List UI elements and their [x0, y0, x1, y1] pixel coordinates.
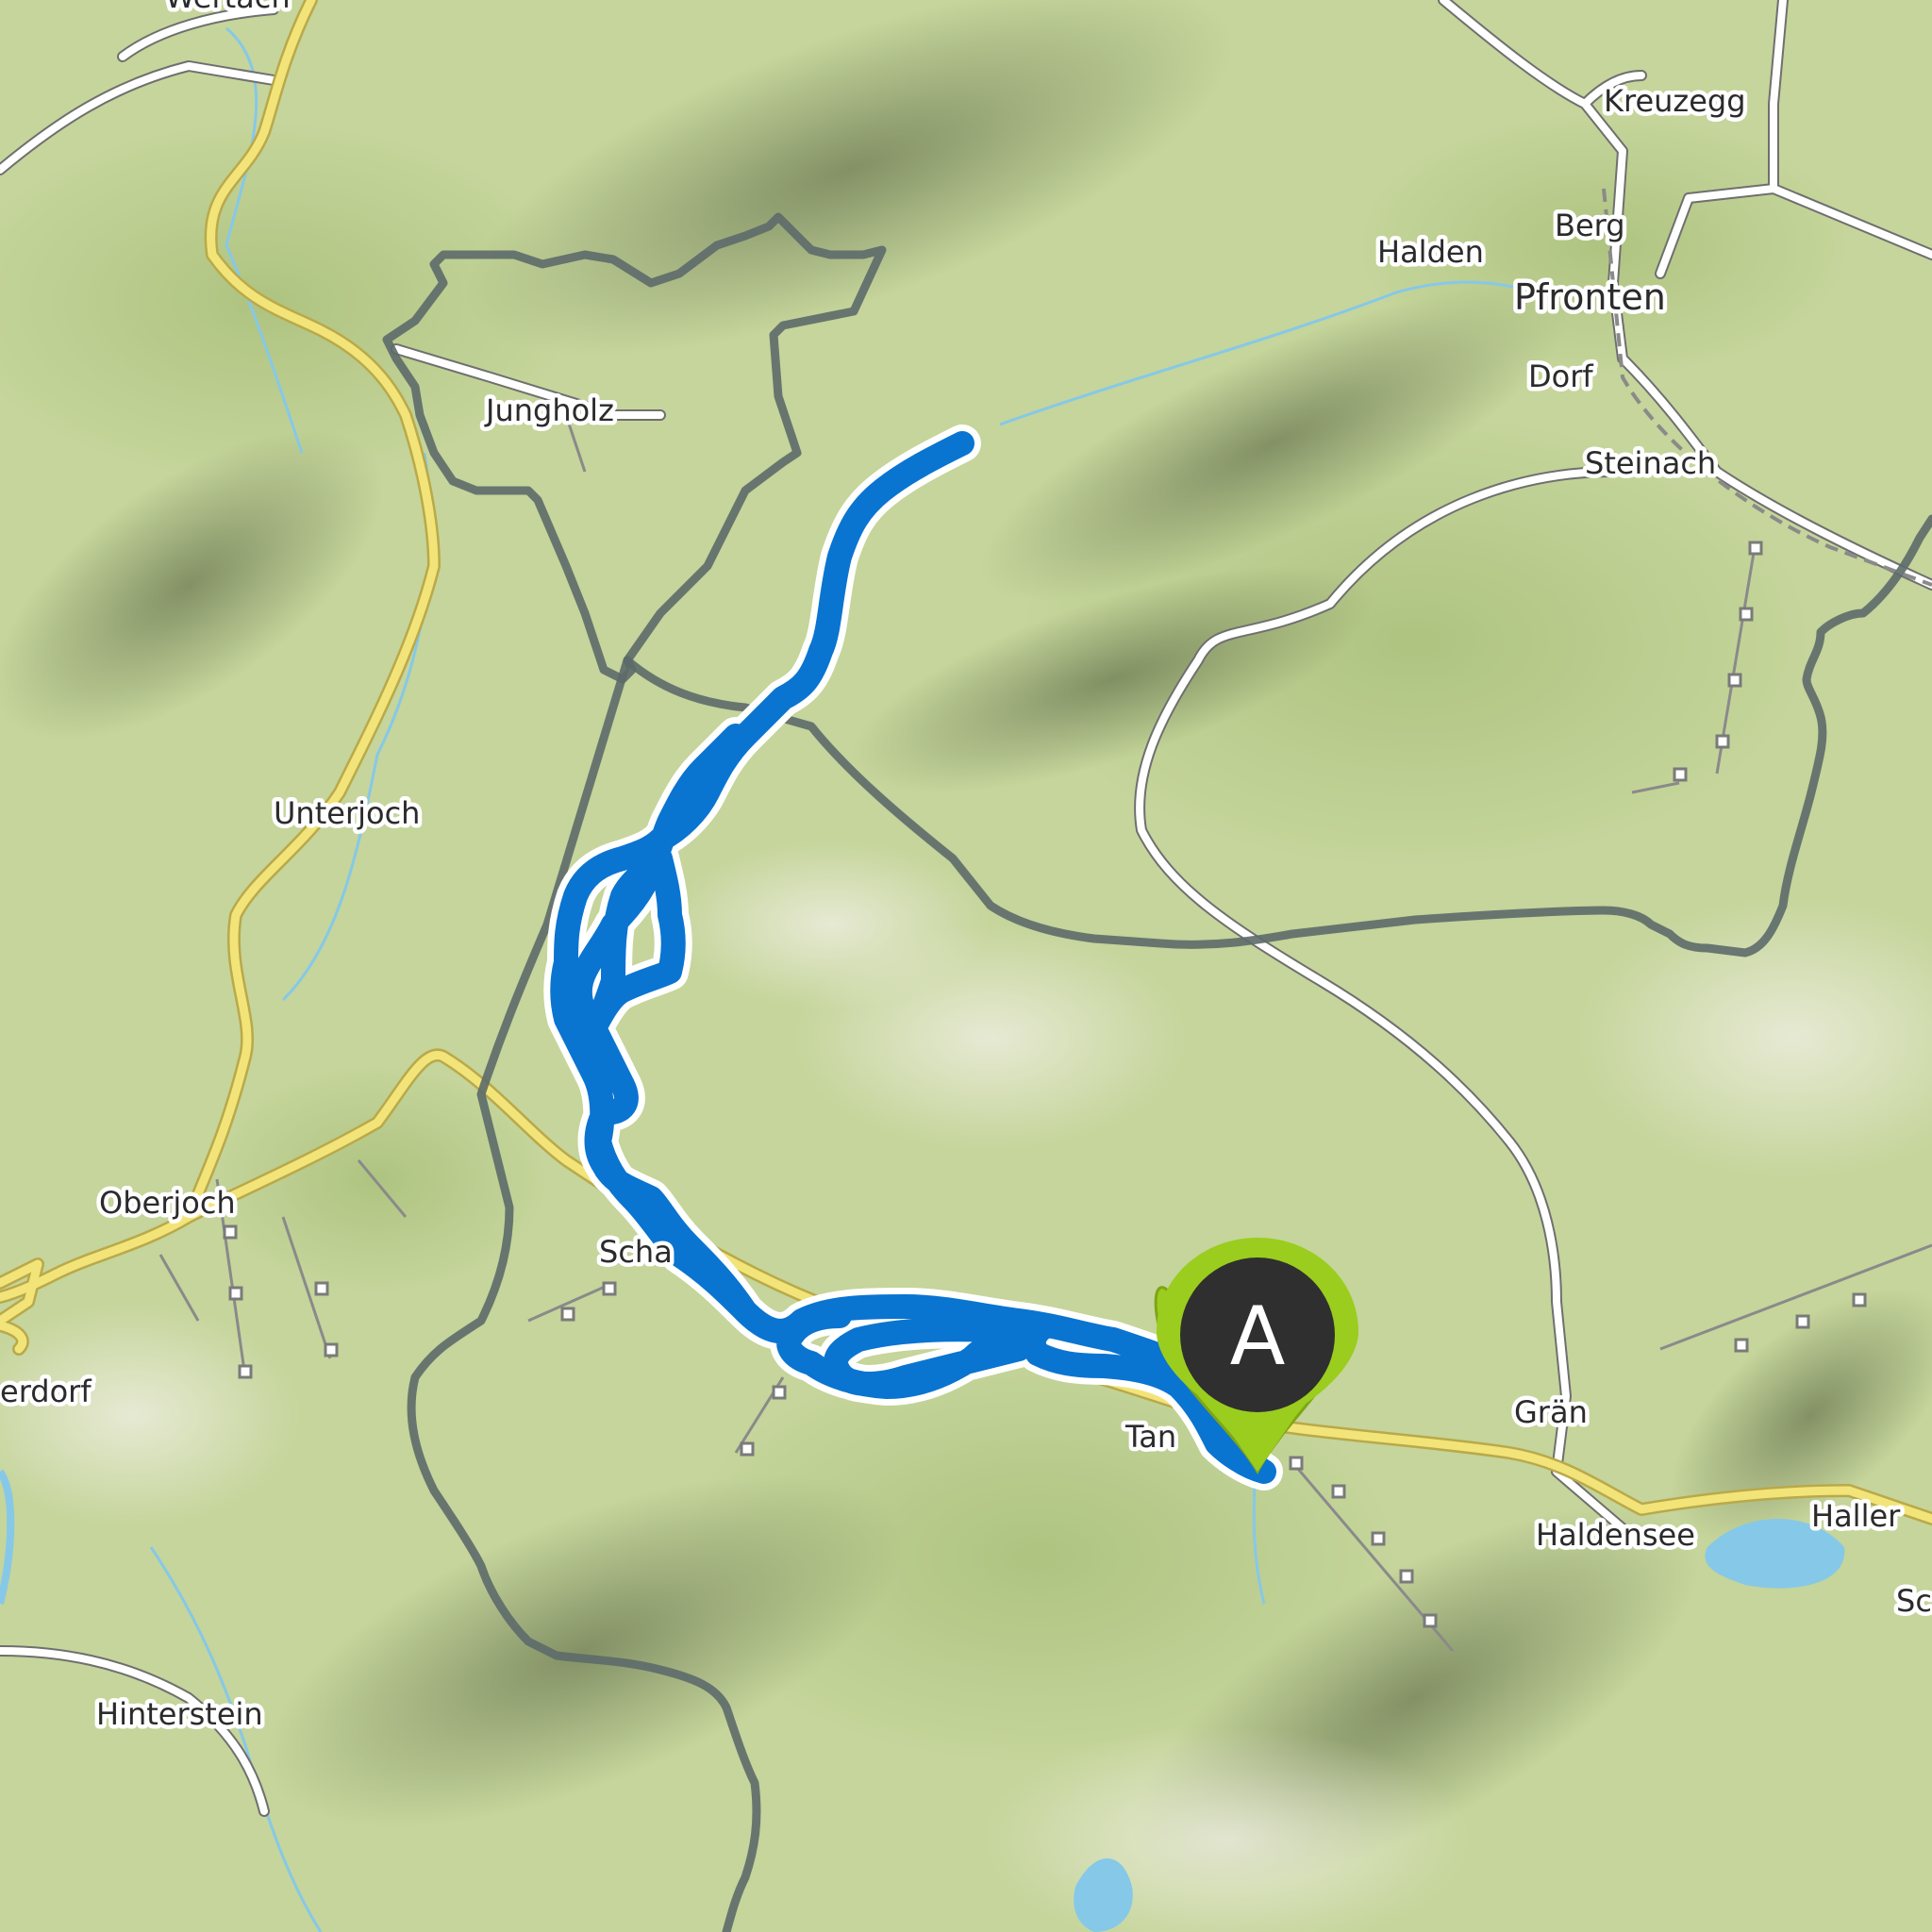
place-label-steinach: Steinach: [1585, 445, 1716, 481]
place-label-wertach: Wertach: [165, 0, 291, 15]
place-label-pfronten: Pfronten: [1514, 276, 1666, 318]
place-label-halden: Halden: [1377, 234, 1484, 270]
place-label-sc: Sc: [1896, 1583, 1932, 1619]
place-label-schattwald: Scha: [599, 1234, 673, 1270]
place-label-berg: Berg: [1555, 208, 1625, 243]
place-label-dorf: Dorf: [1528, 358, 1593, 394]
place-label-unterjoch: Unterjoch: [274, 795, 420, 831]
map-canvas[interactable]: Wertach Kreuzegg Berg Halden Pfronten Do…: [0, 0, 1932, 1932]
place-label-haldensee: Haldensee: [1536, 1517, 1695, 1553]
place-label-kreuzegg: Kreuzegg: [1604, 83, 1746, 119]
place-label-hinterstein: Hinterstein: [96, 1696, 263, 1732]
place-label-haller: Haller: [1811, 1498, 1901, 1534]
place-label-oberjoch: Oberjoch: [99, 1185, 236, 1221]
place-label-jungholz: Jungholz: [484, 392, 614, 428]
marker-label: A: [1230, 1290, 1286, 1384]
place-label-gran: Grän: [1514, 1394, 1588, 1430]
place-label-erdorf: erdorf: [0, 1374, 92, 1409]
map-view[interactable]: Wertach Kreuzegg Berg Halden Pfronten Do…: [0, 0, 1932, 1932]
place-label-tannheim: Tan: [1124, 1419, 1176, 1455]
